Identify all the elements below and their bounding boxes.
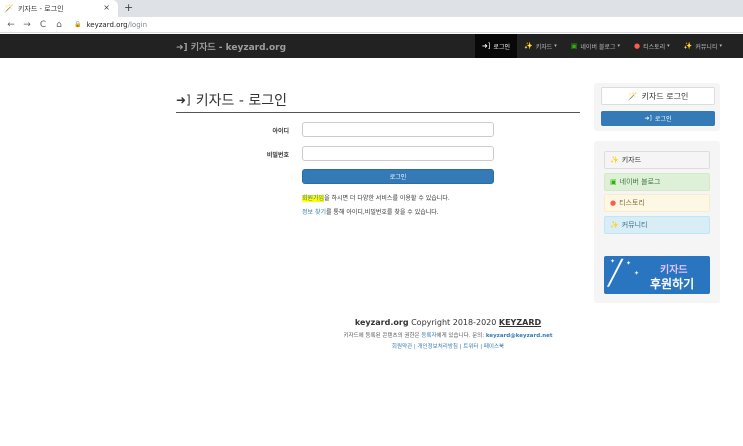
password-label: 비밀번호 — [266, 152, 289, 159]
tistory-icon: ● — [633, 42, 641, 50]
sparkle-icon: ✨ — [610, 221, 619, 229]
nav-item-label: 키자드 — [535, 43, 553, 51]
signup-link[interactable]: 회원가입 — [302, 195, 325, 202]
footer-rights-post: 에게 있습니다. 문의: — [436, 333, 485, 339]
reload-icon[interactable]: C — [38, 20, 48, 30]
tab-close-icon[interactable]: × — [103, 3, 110, 12]
browser-tab[interactable]: 🪄 키자드 - 로그인 × — [0, 0, 118, 17]
sidebar-link-label: 커뮤니티 — [621, 221, 648, 229]
sign-in-icon: ➜] — [176, 93, 191, 107]
sign-in-icon: ➜] — [644, 115, 652, 122]
nav-item-naver-blog[interactable]: ▣ 네이버 블로그 ▾ — [564, 34, 627, 58]
new-tab-button[interactable]: + — [124, 1, 133, 14]
find-message: 정보 찾기를 통해 아이디,비밀번호를 찾을 수 있습니다. — [302, 207, 439, 216]
sidebar-login-button-label: 로그인 — [654, 116, 672, 123]
id-input[interactable] — [302, 122, 494, 137]
naver-icon: ▣ — [570, 42, 578, 50]
sparkle-icon: ✨ — [683, 42, 693, 50]
signup-message: 회원가입을 하시면 더 다양한 서비스를 이용할 수 있습니다. — [302, 193, 450, 202]
footer-copyright-text: Copyright 2018-2020 — [411, 318, 497, 327]
site-brand[interactable]: ➜] 키자드 - keyzard.org — [176, 40, 286, 53]
sidebar-link-community[interactable]: ✨ 커뮤니티 — [604, 216, 710, 234]
find-text: 를 통해 아이디,비밀번호를 찾을 수 있습니다. — [326, 209, 439, 216]
nav-item-label: 커뮤니티 — [695, 43, 718, 51]
title-divider — [176, 112, 580, 113]
footer-email-link[interactable]: keyzard@keyzard.net — [486, 333, 553, 339]
caret-down-icon: ▾ — [617, 43, 620, 49]
login-button[interactable]: 로그인 — [302, 169, 494, 184]
nav-item-community[interactable]: ✨ 커뮤니티 ▾ — [677, 34, 729, 58]
sidebar-link-label: 키자드 — [621, 156, 642, 164]
nav-item-keyzard[interactable]: ✨ 키자드 ▾ — [517, 34, 564, 58]
footer-registrant-link[interactable]: 등록자 — [421, 333, 436, 339]
password-input[interactable] — [302, 146, 494, 161]
sign-in-icon: ➜] — [481, 42, 491, 50]
back-icon[interactable]: ← — [6, 20, 16, 30]
caret-down-icon: ▾ — [667, 43, 670, 49]
signup-text: 을 하시면 더 다양한 서비스를 이용할 수 있습니다. — [324, 195, 450, 202]
url-host: keyzard.org — [86, 20, 128, 29]
site-navbar: ➜] 키자드 - keyzard.org ➜] 로그인 ✨ 키자드 ▾ ▣ 네이… — [0, 34, 743, 58]
nav-item-login[interactable]: ➜] 로그인 — [474, 34, 517, 58]
donate-line1: 키자드 — [660, 265, 688, 276]
nav-item-label: 티스토리 — [643, 43, 666, 51]
footer-rights-pre: 키자드에 등록된 콘텐츠의 권한은 — [343, 333, 420, 339]
home-icon[interactable]: ⌂ — [54, 20, 64, 30]
find-info-link[interactable]: 정보 찾기 — [302, 209, 326, 216]
caret-down-icon: ▾ — [719, 43, 722, 49]
tab-title: 키자드 - 로그인 — [17, 4, 64, 13]
forward-icon[interactable]: → — [22, 20, 32, 30]
nav-item-tistory[interactable]: ● 티스토리 ▾ — [627, 34, 677, 58]
sidebar-link-tistory[interactable]: ● 티스토리 — [604, 194, 710, 212]
footer-copyright: keyzard.org Copyright 2018-2020 KEYZARD — [0, 318, 743, 327]
caret-down-icon: ▾ — [554, 43, 557, 49]
url-field[interactable]: 🔒 keyzard.org/login — [74, 21, 147, 29]
url-path: /login — [127, 20, 148, 29]
magic-wand-icon: ✨ — [523, 42, 533, 50]
magic-wand-icon: ✨ — [610, 156, 619, 164]
id-label: 아이디 — [272, 128, 289, 135]
footer-rights: 키자드에 등록된 콘텐츠의 권한은 등록자에게 있습니다. 문의: keyzar… — [0, 331, 743, 339]
browser-tab-bar: 🪄 키자드 - 로그인 × + — [0, 0, 743, 17]
footer-site: keyzard.org — [354, 318, 409, 327]
lock-icon: 🔒 — [74, 21, 82, 28]
sparkle-icon: ✦ — [626, 260, 632, 267]
wand-favicon-icon: 🪄 — [4, 4, 14, 13]
sidebar-link-keyzard[interactable]: ✨ 키자드 — [604, 151, 710, 169]
sign-in-icon: ➜] — [176, 43, 188, 53]
footer-links[interactable]: 회원약관 | 개인정보처리방침 | 트위터 | 페이스북 — [0, 342, 743, 350]
sidebar-link-label: 티스토리 — [619, 199, 645, 207]
nav-item-label: 로그인 — [493, 43, 510, 51]
page-title: ➜] 키자드 - 로그인 — [176, 90, 287, 110]
sidebar-link-label: 네이버 블로그 — [619, 178, 661, 186]
sidebar-link-naver-blog[interactable]: ▣ 네이버 블로그 — [604, 173, 710, 191]
nav-menu: ➜] 로그인 ✨ 키자드 ▾ ▣ 네이버 블로그 ▾ ● 티스토리 ▾ ✨ 커뮤… — [474, 34, 729, 58]
donate-line2: 후원하기 — [650, 277, 695, 291]
magic-wand-icon: 🪄 — [627, 91, 638, 101]
sparkle-icon: ✦ — [634, 270, 640, 277]
donate-banner[interactable]: ╱ ✦ ✦ ✦ 키자드 후원하기 — [604, 256, 710, 294]
nav-item-label: 네이버 블로그 — [580, 43, 616, 51]
footer-brand-link[interactable]: KEYZARD — [499, 318, 541, 327]
sidebar-login-button[interactable]: ➜] 로그인 — [601, 111, 715, 126]
brand-label: 키자드 - keyzard.org — [190, 43, 287, 53]
naver-icon: ▣ — [610, 178, 617, 186]
sidebar-login-heading-text: 키자드 로그인 — [641, 91, 689, 101]
tistory-icon: ● — [610, 199, 617, 207]
sparkle-icon: ✦ — [610, 258, 616, 265]
address-bar: ← → C ⌂ 🔒 keyzard.org/login — [0, 17, 743, 33]
page-title-text: 키자드 - 로그인 — [195, 93, 287, 109]
sidebar-login-heading: 🪄 키자드 로그인 — [601, 87, 715, 105]
